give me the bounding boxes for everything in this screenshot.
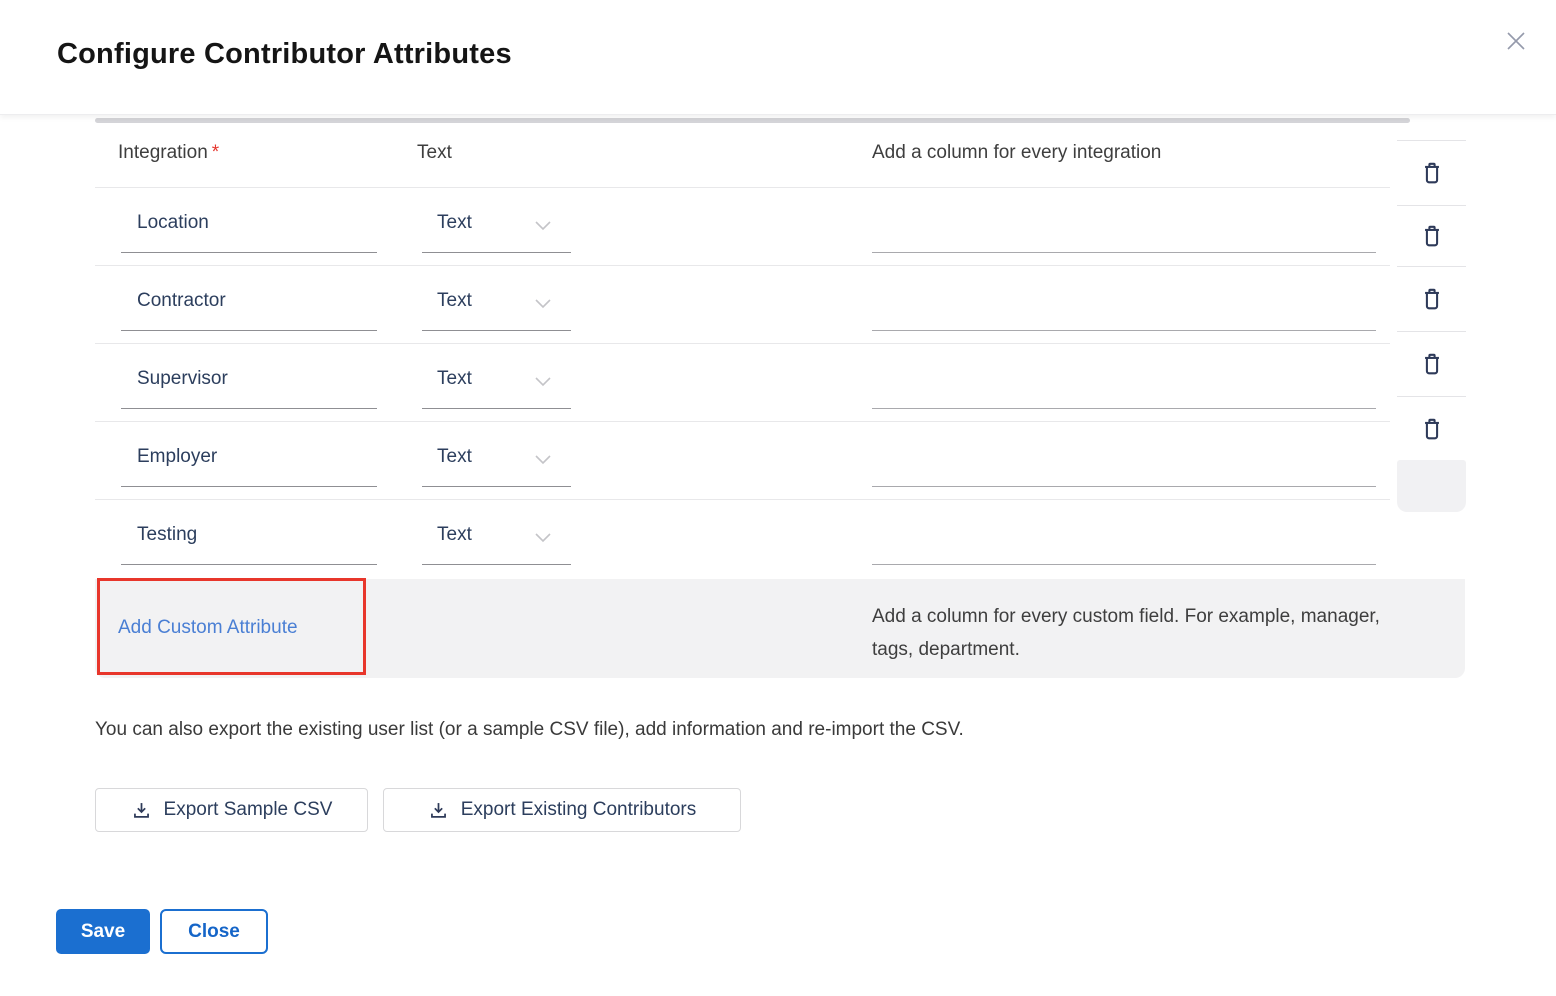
delete-row-button[interactable] <box>1397 396 1466 460</box>
export-note: You can also export the existing user li… <box>95 719 964 741</box>
export-existing-contributors-label: Export Existing Contributors <box>461 799 697 821</box>
type-select[interactable]: Text <box>437 212 472 234</box>
chevron-down-icon <box>533 298 553 310</box>
name-input-underline <box>121 330 377 331</box>
trash-icon <box>1419 416 1445 442</box>
name-input-underline <box>121 564 377 565</box>
delete-row-button[interactable] <box>1397 266 1466 331</box>
attribute-name-input[interactable]: Location <box>137 212 209 234</box>
chevron-down-icon <box>533 454 553 466</box>
description-input[interactable] <box>872 330 1376 331</box>
attribute-name-label: Integration* <box>118 142 219 164</box>
type-select-underline <box>422 408 571 409</box>
delete-column-empty-cell <box>1397 460 1466 512</box>
description-input[interactable] <box>872 486 1376 487</box>
export-sample-csv-button[interactable]: Export Sample CSV <box>95 788 368 832</box>
type-select-underline <box>422 252 571 253</box>
close-icon[interactable] <box>1502 27 1530 55</box>
delete-row-button[interactable] <box>1397 205 1466 266</box>
custom-field-description: Add a column for every custom field. For… <box>872 600 1392 666</box>
page-title: Configure Contributor Attributes <box>57 38 512 71</box>
export-sample-csv-label: Export Sample CSV <box>164 799 333 821</box>
delete-row-button[interactable] <box>1397 331 1466 396</box>
horizontal-scrollbar[interactable] <box>95 118 1410 123</box>
description-input[interactable] <box>872 408 1376 409</box>
name-input-underline <box>121 408 377 409</box>
trash-icon <box>1419 286 1445 312</box>
name-input-underline <box>121 252 377 253</box>
chevron-down-icon <box>533 220 553 232</box>
type-select[interactable]: Text <box>437 524 472 546</box>
attribute-name-input[interactable]: Supervisor <box>137 368 228 390</box>
type-select[interactable]: Text <box>437 290 472 312</box>
attribute-type-label: Text <box>417 142 452 164</box>
description-input[interactable] <box>872 564 1376 565</box>
save-button[interactable]: Save <box>56 909 150 954</box>
type-select[interactable]: Text <box>437 368 472 390</box>
name-input-underline <box>121 486 377 487</box>
delete-row-button[interactable] <box>1397 140 1466 205</box>
attribute-name-input[interactable]: Testing <box>137 524 197 546</box>
required-asterisk: * <box>212 142 219 163</box>
trash-icon <box>1419 351 1445 377</box>
description-input[interactable] <box>872 252 1376 253</box>
configure-contributor-attributes-modal: Configure Contributor Attributes Integra… <box>0 0 1556 996</box>
chevron-down-icon <box>533 376 553 388</box>
attribute-description-label: Add a column for every integration <box>872 142 1161 164</box>
attribute-name-input[interactable]: Contractor <box>137 290 226 312</box>
table-row: Employer Text <box>0 422 1556 500</box>
trash-icon <box>1419 160 1445 186</box>
export-existing-contributors-button[interactable]: Export Existing Contributors <box>383 788 741 832</box>
table-row: Location Text <box>0 188 1556 266</box>
trash-icon <box>1419 223 1445 249</box>
add-custom-attribute-link[interactable]: Add Custom Attribute <box>118 617 298 639</box>
table-row: Contractor Text <box>0 266 1556 344</box>
close-button[interactable]: Close <box>160 909 268 954</box>
type-select-underline <box>422 330 571 331</box>
type-select-underline <box>422 486 571 487</box>
table-row: Supervisor Text <box>0 344 1556 422</box>
chevron-down-icon <box>533 532 553 544</box>
download-icon <box>428 800 449 821</box>
table-row: Testing Text <box>0 500 1556 579</box>
custom-attribute-footer-row: Add Custom Attribute Add a column for ev… <box>95 579 1465 678</box>
modal-header: Configure Contributor Attributes <box>0 0 1556 115</box>
attribute-name-input[interactable]: Employer <box>137 446 217 468</box>
type-select-underline <box>422 564 571 565</box>
table-row-integration: Integration* Text Add a column for every… <box>0 125 1556 188</box>
download-icon <box>131 800 152 821</box>
type-select[interactable]: Text <box>437 446 472 468</box>
